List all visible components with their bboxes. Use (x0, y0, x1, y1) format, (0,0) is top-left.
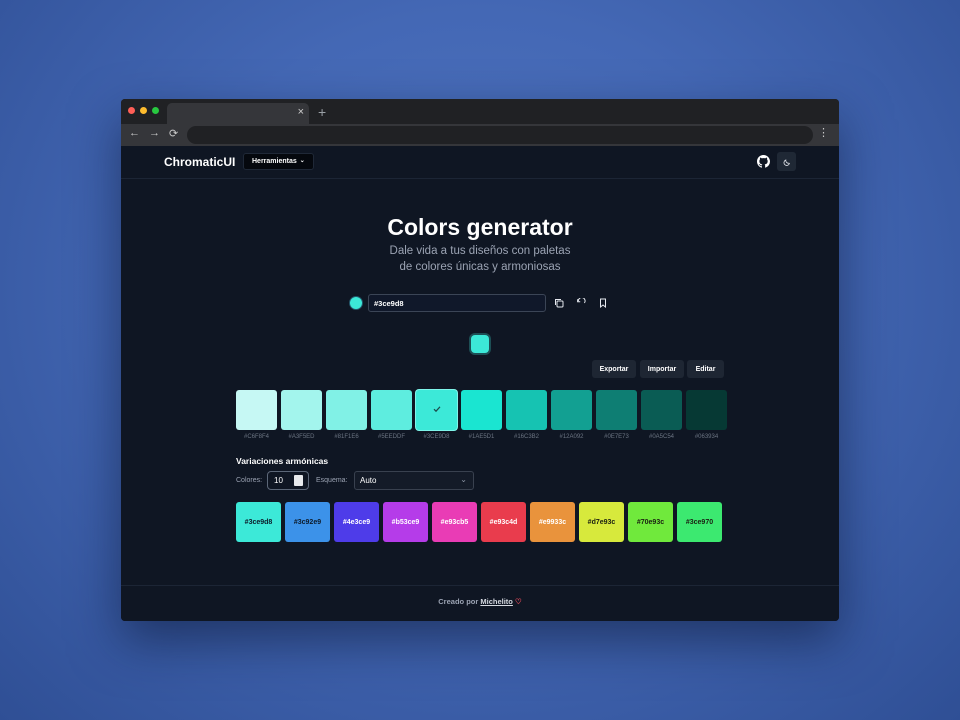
author-link[interactable]: Michelito (480, 597, 513, 606)
shade-color-box[interactable] (506, 390, 547, 430)
shade-color-box[interactable] (686, 390, 727, 430)
shade-swatch[interactable]: #81F1E6 (326, 390, 367, 440)
moon-icon (783, 153, 791, 171)
shade-hex-label: #063934 (694, 434, 719, 440)
site-footer: Creado por Michelito ♡ (121, 585, 839, 621)
shade-color-box[interactable] (371, 390, 412, 430)
harmonic-swatch[interactable]: #e9933c (530, 502, 575, 542)
close-window-dot[interactable] (128, 107, 135, 114)
tab-bar: × + (121, 99, 839, 124)
harmonics-title: Variaciones armónicas (236, 456, 329, 466)
shade-color-box[interactable] (416, 390, 457, 430)
url-input[interactable] (187, 126, 813, 144)
shade-color-box[interactable] (281, 390, 322, 430)
minimize-window-dot[interactable] (140, 107, 147, 114)
address-bar: ← → ⟳ ⋮ (121, 124, 839, 146)
shade-swatch[interactable]: #063934 (686, 390, 727, 440)
subtitle-line-1: Dale vida a tus diseños con paletas (389, 245, 571, 257)
harmonic-swatch[interactable]: #b53ce9 (383, 502, 428, 542)
close-tab-icon[interactable]: × (298, 106, 304, 118)
shade-swatch[interactable]: #16C3B2 (506, 390, 547, 440)
site-header: ChromaticUI Herramientas ⌄ (121, 146, 839, 179)
color-picker-dot[interactable] (350, 297, 362, 309)
harmonic-swatch[interactable]: #3c92e9 (285, 502, 330, 542)
shade-hex-label: #0E7E73 (604, 434, 629, 440)
shade-swatch[interactable]: #A3F5ED (281, 390, 322, 440)
browser-tab[interactable]: × (167, 103, 309, 124)
harmonic-swatch[interactable]: #3ce9d8 (236, 502, 281, 542)
shade-hex-label: #3CE9D8 (423, 434, 450, 440)
tools-dropdown-button[interactable]: Herramientas ⌄ (243, 153, 314, 170)
app-page: ChromaticUI Herramientas ⌄ Colors genera… (121, 146, 839, 621)
shade-swatch[interactable]: #0E7E73 (596, 390, 637, 440)
brand-logo[interactable]: ChromaticUI (164, 155, 235, 169)
scheme-select[interactable]: Auto ⌄ (354, 471, 474, 490)
harmonic-swatch[interactable]: #70e93c (628, 502, 673, 542)
hex-input[interactable] (368, 294, 546, 312)
quantity-stepper[interactable] (294, 475, 303, 486)
shade-color-box[interactable] (551, 390, 592, 430)
browser-menu-icon[interactable]: ⋮ (818, 126, 829, 139)
checkmark-icon (432, 401, 442, 419)
shade-color-box[interactable] (596, 390, 637, 430)
window-controls (128, 107, 159, 114)
browser-window: × + ← → ⟳ ⋮ ChromaticUI Herramientas ⌄ C (121, 99, 839, 621)
chevron-down-icon: ⌄ (460, 475, 467, 484)
colors-count-label: Colores: (236, 477, 263, 484)
page-subtitle: Dale vida a tus diseños con paletas de c… (121, 243, 839, 275)
copy-icon[interactable] (553, 297, 565, 309)
shade-color-box[interactable] (326, 390, 367, 430)
theme-toggle-button[interactable] (777, 152, 796, 171)
reload-icon[interactable]: ⟳ (169, 127, 178, 140)
scheme-value: Auto (360, 476, 377, 485)
current-color-swatch[interactable] (471, 335, 489, 353)
harmonic-swatch[interactable]: #e93c4d (481, 502, 526, 542)
shade-hex-label: #5EEDDF (377, 434, 405, 440)
shade-color-box[interactable] (236, 390, 277, 430)
export-button[interactable]: Exportar (592, 360, 636, 378)
harmonic-swatch[interactable]: #3ce970 (677, 502, 722, 542)
forward-icon[interactable]: → (149, 127, 160, 139)
shade-hex-label: #12A092 (559, 434, 584, 440)
harmonic-swatch[interactable]: #4e3ce9 (334, 502, 379, 542)
shade-hex-label: #0A5C54 (648, 434, 675, 440)
maximize-window-dot[interactable] (152, 107, 159, 114)
reset-icon[interactable] (575, 297, 587, 309)
shade-color-box[interactable] (461, 390, 502, 430)
back-icon[interactable]: ← (129, 127, 140, 139)
chevron-down-icon: ⌄ (299, 157, 305, 164)
subtitle-line-2: de colores únicas y armoniosas (399, 261, 561, 273)
shade-hex-label: #81F1E6 (334, 434, 359, 440)
import-button[interactable]: Importar (640, 360, 684, 378)
shade-swatch[interactable]: #0A5C54 (641, 390, 682, 440)
shade-hex-label: #16C3B2 (513, 434, 540, 440)
shade-swatch[interactable]: #5EEDDF (371, 390, 412, 440)
shade-hex-label: #1AE5D1 (468, 434, 495, 440)
shade-swatch[interactable]: #1AE5D1 (461, 390, 502, 440)
heart-icon: ♡ (514, 597, 522, 606)
edit-button[interactable]: Editar (687, 360, 724, 378)
page-title: Colors generator (387, 214, 573, 240)
footer-prefix: Creado por (438, 597, 479, 606)
harmonic-palette: #3ce9d8 #3c92e9 #4e3ce9 #b53ce9 #e93cb5 #e93c… (236, 502, 722, 542)
harmonic-swatch[interactable]: #d7e93c (579, 502, 624, 542)
shade-swatch[interactable]: #12A092 (551, 390, 592, 440)
shade-color-box[interactable] (641, 390, 682, 430)
github-icon[interactable] (757, 155, 770, 173)
shade-palette: #C6F8F4 #A3F5ED #81F1E6 #5EEDDF #3CE9D8 #1AE5… (236, 390, 727, 440)
scheme-label: Esquema: (316, 477, 348, 484)
colors-count-value: 10 (274, 476, 283, 485)
shade-swatch[interactable]: #C6F8F4 (236, 390, 277, 440)
shade-hex-label: #C6F8F4 (243, 434, 269, 440)
tools-label: Herramientas (252, 158, 297, 165)
harmonic-swatch[interactable]: #e93cb5 (432, 502, 477, 542)
bookmark-icon[interactable] (597, 297, 609, 309)
shade-swatch[interactable]: #3CE9D8 (416, 390, 457, 440)
new-tab-icon[interactable]: + (318, 104, 326, 120)
shade-hex-label: #A3F5ED (288, 434, 315, 440)
